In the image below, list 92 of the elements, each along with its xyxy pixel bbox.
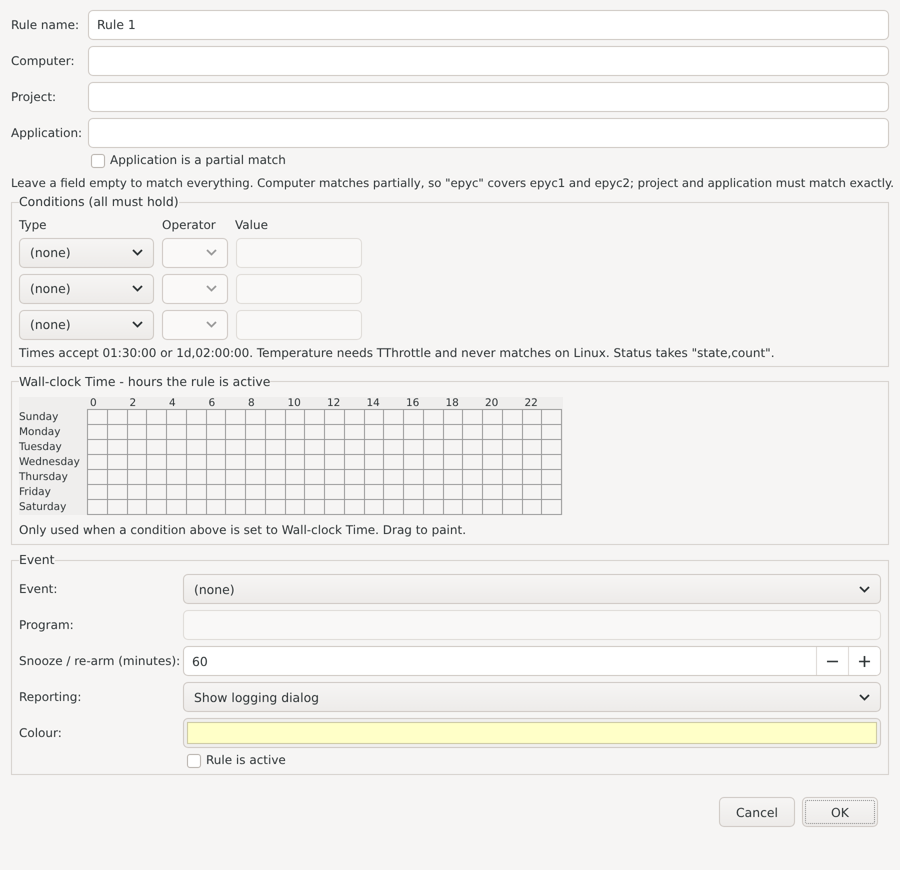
chevron-icon — [132, 321, 143, 328]
field-label: Program: — [19, 618, 75, 633]
dialog-button[interactable]: OK — [802, 797, 878, 828]
hour-cell[interactable] — [206, 499, 226, 515]
note-text: Times accept 01:30:00 or 1d,02:00:00. Temperature needs TThrottle and never matches on Linux. Status takes "state,count". — [19, 346, 776, 360]
hour-cell[interactable] — [541, 439, 562, 455]
hour-cell[interactable] — [126, 499, 148, 515]
hour-label: 8 — [247, 397, 256, 410]
hour-cell[interactable] — [284, 499, 306, 515]
day-label: Thursday — [19, 470, 69, 486]
hour-cell[interactable] — [541, 454, 562, 470]
hour-cell[interactable] — [442, 499, 464, 515]
hour-label: 4 — [168, 397, 177, 410]
field-label: Rule name: — [11, 18, 80, 32]
type-dropdown[interactable]: (none) — [19, 310, 154, 340]
increment-button[interactable] — [848, 647, 880, 676]
text-field[interactable] — [88, 46, 889, 76]
hour-cell[interactable] — [383, 499, 404, 515]
day-label: Friday — [19, 485, 52, 500]
field-label: Colour: — [19, 726, 63, 741]
hour-label: 14 — [366, 397, 381, 410]
hour-cell[interactable] — [186, 499, 206, 515]
hour-cell[interactable] — [541, 409, 562, 425]
group-title: Wall-clock Time - hours the rule is active — [19, 374, 270, 390]
checkbox[interactable] — [91, 154, 105, 168]
text-field[interactable]: Rule 1 — [88, 10, 889, 40]
hour-label: 12 — [326, 397, 342, 410]
dropdown[interactable]: (none) — [183, 574, 881, 604]
chevron-icon — [859, 586, 870, 593]
chevron-icon — [206, 285, 217, 292]
field-label: Event: — [19, 582, 58, 597]
hour-cell[interactable] — [106, 499, 128, 515]
column-header: Type — [19, 218, 48, 232]
day-label: Wednesday — [19, 455, 81, 470]
hour-label: 10 — [286, 397, 302, 410]
field-label: Reporting: — [19, 690, 82, 705]
hour-label: 2 — [128, 397, 138, 410]
checkbox-label: Rule is active — [206, 753, 286, 768]
hour-cell[interactable] — [245, 499, 266, 515]
hour-label: 16 — [405, 397, 420, 410]
dialog-button[interactable]: Cancel — [719, 797, 795, 828]
checkbox[interactable] — [187, 754, 201, 768]
hour-label: 0 — [89, 397, 98, 410]
note-text: Only used when a condition above is set to Wall-clock Time. Drag to paint. — [19, 523, 468, 538]
hour-cell[interactable] — [87, 499, 108, 515]
hour-cell[interactable] — [146, 499, 167, 515]
day-label: Sunday — [19, 410, 60, 426]
hour-label: 20 — [484, 397, 500, 410]
hour-label: 6 — [208, 397, 216, 410]
chevron-icon — [859, 694, 870, 701]
colour-swatch[interactable] — [187, 722, 877, 744]
hour-cell[interactable] — [403, 499, 424, 515]
chevron-icon — [132, 285, 143, 292]
hour-cell[interactable] — [364, 499, 384, 515]
column-header: Value — [235, 218, 268, 232]
plus-icon — [859, 656, 870, 667]
hour-cell[interactable] — [482, 499, 503, 515]
hour-cell[interactable] — [304, 499, 325, 515]
checkbox-label: Application is a partial match — [110, 153, 286, 168]
chevron-icon — [206, 249, 217, 256]
hour-cell[interactable] — [462, 499, 483, 515]
chevron-icon — [206, 321, 217, 328]
hour-cell[interactable] — [522, 499, 542, 515]
hour-cell[interactable] — [422, 499, 444, 515]
text-field[interactable] — [88, 82, 889, 112]
hour-cell[interactable] — [166, 499, 187, 515]
hour-cell[interactable] — [541, 484, 562, 500]
type-dropdown[interactable]: (none) — [19, 274, 154, 304]
field-label: Snooze / re-arm (minutes): — [19, 654, 182, 669]
day-label: Tuesday — [19, 440, 63, 456]
hour-label: 18 — [444, 397, 460, 410]
group-title: Conditions (all must hold) — [19, 194, 179, 210]
dropdown[interactable]: Show logging dialog — [183, 682, 881, 712]
hour-cell[interactable] — [344, 499, 364, 515]
hour-cell[interactable] — [264, 499, 286, 515]
hour-cell[interactable] — [541, 499, 562, 515]
hour-cell[interactable] — [541, 469, 562, 485]
field-label: Project: — [11, 90, 58, 104]
field-label: Computer: — [11, 54, 76, 68]
group-title: Event — [19, 553, 54, 568]
hour-cell[interactable] — [541, 424, 562, 440]
hour-cell[interactable] — [324, 499, 345, 515]
hour-cell[interactable] — [225, 499, 246, 515]
hour-label: 22 — [524, 397, 539, 410]
type-dropdown[interactable]: (none) — [19, 238, 154, 268]
column-header: Operator — [162, 218, 217, 232]
chevron-icon — [132, 249, 143, 256]
day-label: Saturday — [19, 500, 68, 516]
text-field[interactable] — [88, 118, 889, 148]
hour-cell[interactable] — [502, 499, 522, 515]
field-label: Application: — [11, 126, 84, 140]
day-label: Monday — [19, 425, 62, 440]
